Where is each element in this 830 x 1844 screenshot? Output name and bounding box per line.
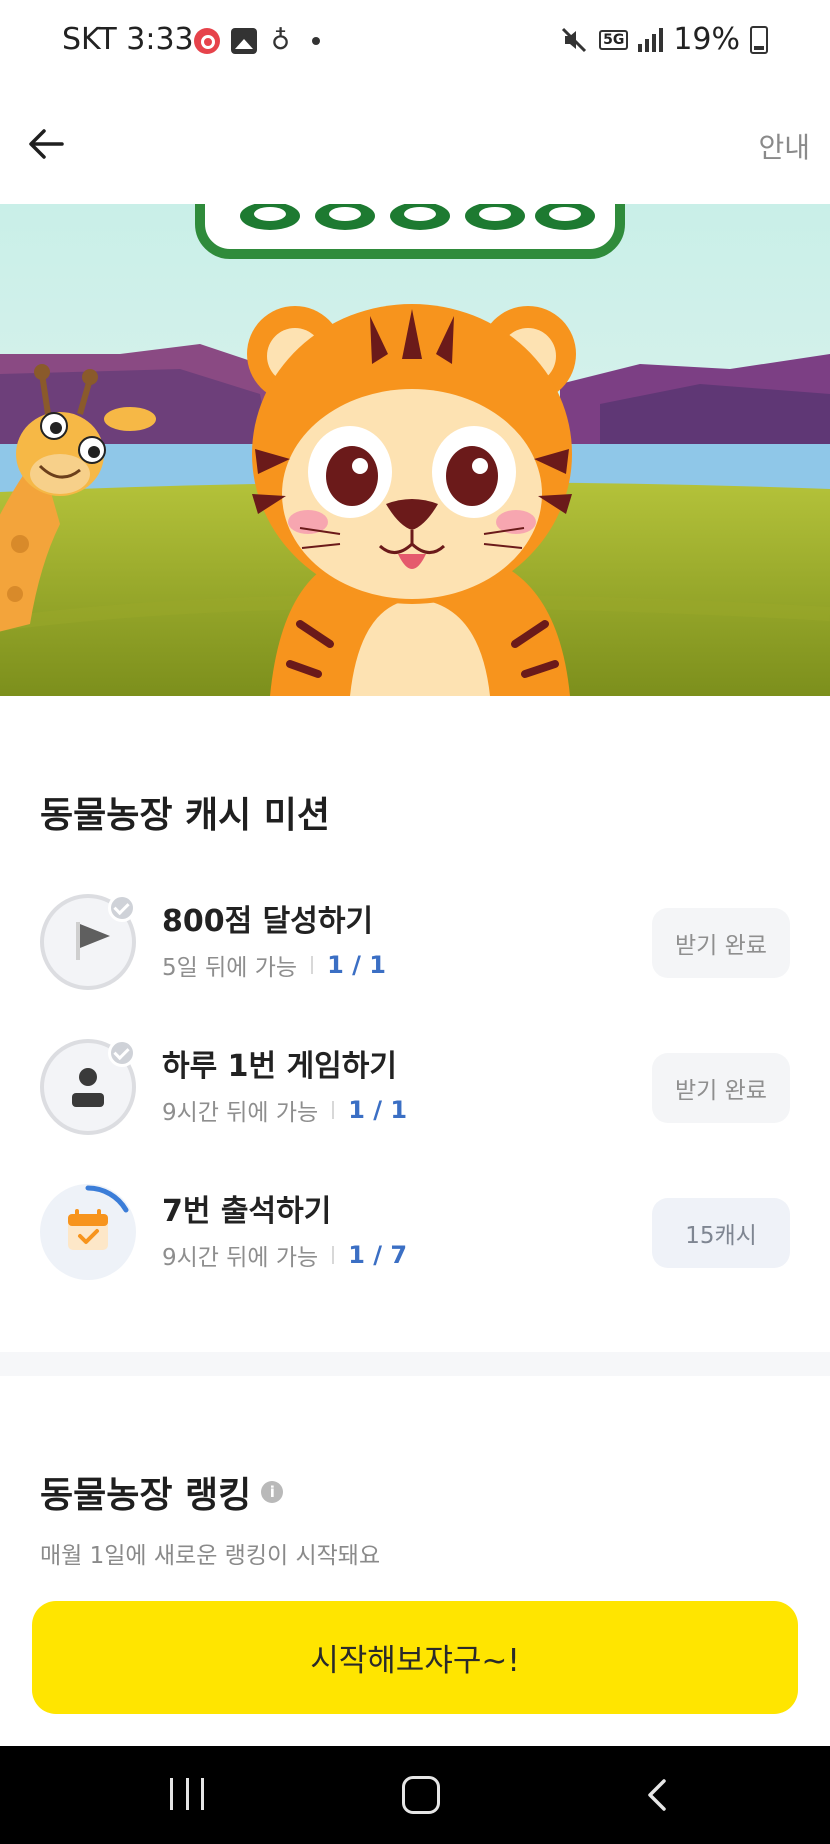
hero-banner <box>0 204 830 696</box>
ranking-subtitle: 매월 1일에 새로운 랭킹이 시작돼요 <box>40 1543 381 1569</box>
info-icon[interactable]: i <box>261 1481 284 1503</box>
mission-availability: 9시간 뒤에 가능 <box>162 1100 319 1126</box>
mission-item: 하루 1번 게임하기 9시간 뒤에 가능 1 / 1 받기 완료 <box>0 1039 830 1149</box>
completed-check-icon <box>108 1039 136 1067</box>
app-notification-icon <box>194 28 220 54</box>
divider <box>311 956 314 974</box>
reward-button[interactable]: 15캐시 <box>652 1198 790 1268</box>
signal-icon <box>638 27 664 52</box>
calendar-icon <box>68 1209 108 1250</box>
mission-title: 800점 달성하기 <box>162 904 374 939</box>
status-bar: SKT 3:33 ♁ 5G 19% <box>0 0 830 82</box>
ranking-section-header: 동물농장 랭킹 i <box>40 1466 284 1518</box>
mission-progress: 1 / 7 <box>348 1241 408 1269</box>
reward-button[interactable]: 받기 완료 <box>652 1053 790 1123</box>
mission-title: 7번 출석하기 <box>162 1194 332 1229</box>
status-right: 5G 19% <box>559 22 768 57</box>
mission-subtitle: 9시간 뒤에 가능 1 / 7 <box>162 1238 407 1272</box>
mission-item: 800점 달성하기 5일 뒤에 가능 1 / 1 받기 완료 <box>0 894 830 1004</box>
divider <box>332 1246 335 1264</box>
missions-section-title: 동물농장 캐시 미션 <box>40 795 331 836</box>
mission-subtitle: 5일 뒤에 가능 1 / 1 <box>162 948 386 982</box>
gallery-notification-icon <box>231 28 257 54</box>
carrier-time: SKT 3:33 <box>62 22 194 57</box>
mission-availability: 5일 뒤에 가능 <box>162 955 298 981</box>
recents-icon[interactable] <box>170 1778 204 1810</box>
network-type: 5G <box>599 29 629 50</box>
notification-icon: ♁ <box>271 26 291 56</box>
completed-check-icon <box>108 894 136 922</box>
start-game-button[interactable]: 시작해보쟈구~! <box>32 1601 798 1714</box>
back-arrow-icon[interactable] <box>26 124 66 164</box>
home-icon[interactable] <box>402 1776 440 1814</box>
system-nav-bar <box>0 1746 830 1844</box>
mission-icon-circle <box>40 1184 136 1280</box>
battery-icon <box>750 25 768 54</box>
reward-button[interactable]: 받기 완료 <box>652 908 790 978</box>
mute-icon <box>562 27 587 52</box>
battery-percent: 19% <box>673 22 740 57</box>
ranking-title: 동물농장 랭킹 <box>40 1475 252 1516</box>
tiger-illustration <box>247 304 576 696</box>
system-back-icon[interactable] <box>642 1778 672 1812</box>
mission-item: 7번 출석하기 9시간 뒤에 가능 1 / 7 15캐시 <box>0 1184 830 1294</box>
guide-button[interactable]: 안내 <box>758 126 810 166</box>
mission-progress: 1 / 1 <box>327 951 386 979</box>
mission-availability: 9시간 뒤에 가능 <box>162 1245 319 1271</box>
section-divider <box>0 1352 830 1376</box>
mission-subtitle: 9시간 뒤에 가능 1 / 1 <box>162 1093 407 1127</box>
mission-progress: 1 / 1 <box>348 1096 408 1124</box>
hero-illustration <box>0 204 830 696</box>
mission-title: 하루 1번 게임하기 <box>162 1049 397 1084</box>
more-notifications-icon <box>312 37 320 45</box>
divider <box>332 1101 335 1119</box>
